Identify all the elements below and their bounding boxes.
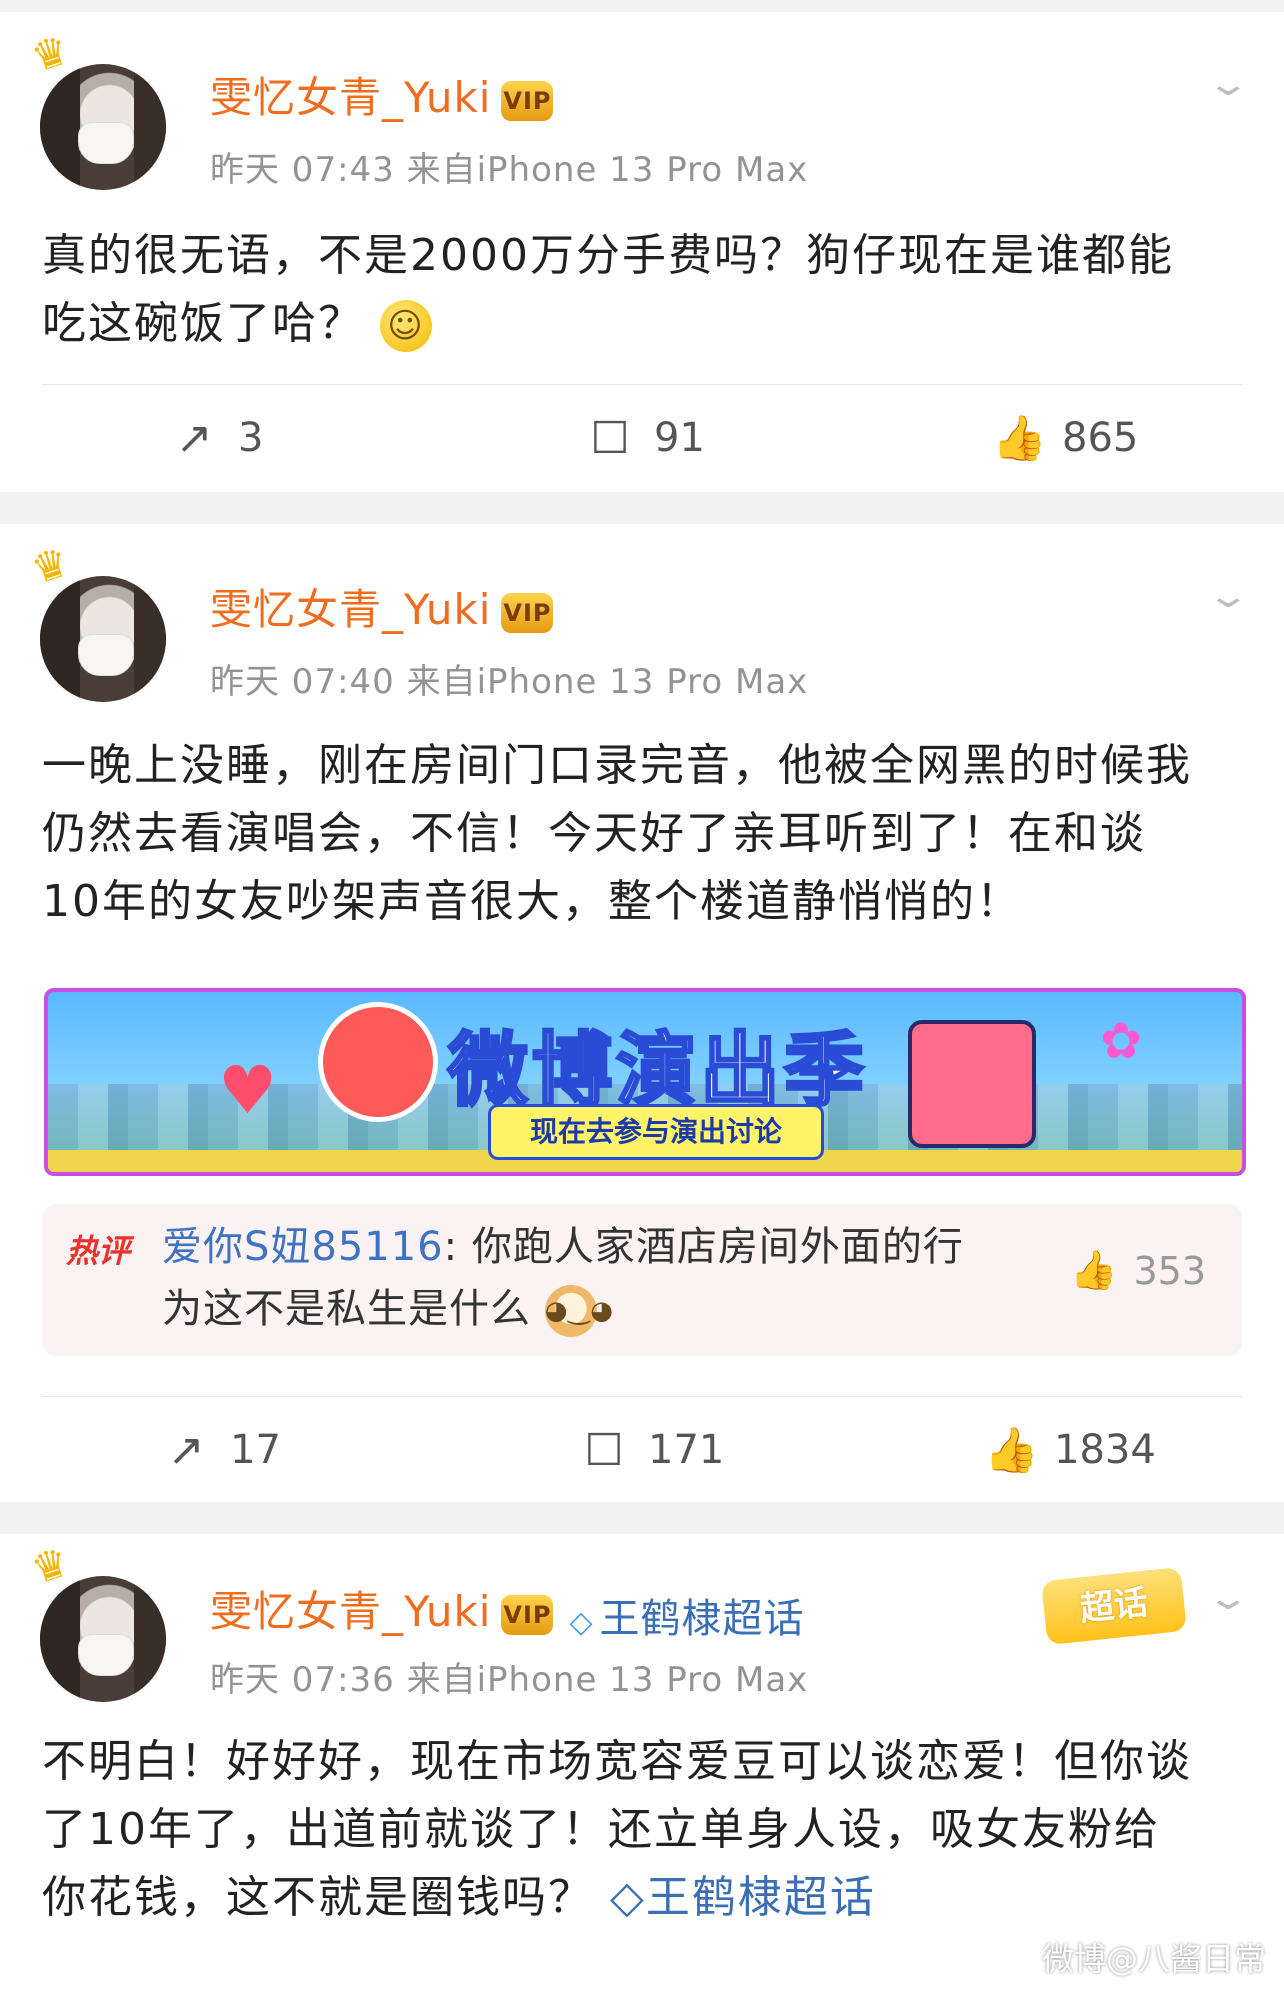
banner-cta-button[interactable]: 现在去参与演出讨论	[488, 1104, 824, 1160]
post-line: 一晚上没睡，刚在房间门口录完音，他被全网黑的时候我	[42, 740, 1192, 791]
event-banner[interactable]: ♥ 微博演出季 现在去参与演出讨论 ✿	[44, 988, 1246, 1176]
post-meta: 昨天 07:43 来自iPhone 13 Pro Max	[210, 150, 809, 190]
supertopic-badge[interactable]: 超话	[1041, 1566, 1187, 1646]
repost-count: 3	[238, 415, 264, 461]
username-text[interactable]: 雯忆女青_Yuki	[210, 73, 491, 122]
heart-icon: ♥	[218, 1052, 278, 1129]
repost-count: 17	[230, 1427, 281, 1473]
post-text: 不明白！好好好，现在市场宽容爱豆可以谈恋爱！但你谈 了10年了，出道前就谈了！还…	[42, 1728, 1242, 1932]
hot-comment[interactable]: 热评 爱你S妞85116: 你跑人家酒店房间外面的行 为这不是私生是什么 ◕‿◕…	[42, 1204, 1242, 1356]
repost-button[interactable]: ↗ 17	[160, 1410, 281, 1490]
like-count: 1834	[1054, 1427, 1156, 1473]
vip-badge-icon: VIP	[501, 592, 554, 633]
action-bar: ↗ 3 ☐ 91 👍 865	[0, 398, 1284, 478]
avatar[interactable]: ♛	[26, 539, 170, 702]
vip-badge-icon: VIP	[501, 1594, 554, 1635]
username-text[interactable]: 雯忆女青_Yuki	[210, 585, 491, 634]
comment-icon: ☐	[590, 412, 630, 464]
avatar-image	[40, 1576, 166, 1702]
post-card: ♛ 雯忆女青_Yuki VIP 昨天 07:43 来自iPhone 13 Pro …	[0, 12, 1284, 492]
hot-comment-like-count: 353	[1133, 1248, 1206, 1293]
post-card: ♛ 雯忆女青_Yuki VIP 昨天 07:40 来自iPhone 13 Pro …	[0, 524, 1284, 1502]
watermark: 微博@八酱日常	[1041, 1940, 1266, 1978]
post-line-text: 你花钱，这不就是圈钱吗？	[42, 1872, 594, 1923]
diamond-icon: ◇	[569, 1604, 594, 1640]
post-line: 不明白！好好好，现在市场宽容爱豆可以谈恋爱！但你谈	[42, 1736, 1192, 1787]
hot-comment-body: 爱你S妞85116: 你跑人家酒店房间外面的行 为这不是私生是什么 ◕‿◕	[162, 1216, 982, 1340]
comment-button[interactable]: ☐ 91	[584, 398, 705, 478]
thumbs-up-icon: 👍	[992, 413, 1047, 464]
like-count: 865	[1062, 415, 1139, 461]
post-meta: 昨天 07:40 来自iPhone 13 Pro Max	[210, 662, 809, 702]
comment-count: 171	[648, 1427, 725, 1473]
diamond-icon: ◇	[610, 1872, 646, 1923]
post-line: 吃这碗饭了哈？ ☺	[42, 290, 1242, 358]
supertopic-link[interactable]: ◇ 王鹤棣超话	[569, 1586, 804, 1644]
hot-comment-like-button[interactable]: 👍 353	[1070, 1248, 1206, 1293]
username[interactable]: 雯忆女青_Yuki VIP	[210, 576, 554, 637]
inline-topic-label: 王鹤棣超话	[645, 1872, 876, 1923]
repost-button[interactable]: ↗ 3	[168, 398, 264, 478]
avatar[interactable]: ♛	[26, 1539, 170, 1702]
chevron-down-icon[interactable]: ⌄	[1205, 576, 1251, 616]
post-line: 仍然去看演唱会，不信！今天好了亲耳听到了！在和谈	[42, 808, 1146, 859]
thumbs-up-icon: 👍	[984, 1425, 1039, 1476]
inline-topic-link[interactable]: ◇王鹤棣超话	[610, 1872, 876, 1923]
robot-mascot-icon	[908, 1020, 1036, 1148]
username-text[interactable]: 雯忆女青_Yuki	[210, 1587, 491, 1636]
like-button[interactable]: 👍 865	[992, 398, 1138, 478]
flower-icon: ✿	[1100, 1012, 1142, 1070]
comment-icon: ☐	[584, 1424, 624, 1476]
weibo-feed: ♛ 雯忆女青_Yuki VIP 昨天 07:43 来自iPhone 13 Pro …	[0, 0, 1284, 2002]
supertopic-label: 王鹤棣超话	[599, 1595, 805, 1642]
post-card: ♛ 雯忆女青_Yuki VIP ◇ 王鹤棣超话 超话 昨天 07:36 来自iPhon…	[0, 1534, 1284, 2002]
divider	[42, 1396, 1242, 1397]
username[interactable]: 雯忆女青_Yuki VIP	[210, 64, 554, 125]
repost-icon: ↗	[175, 412, 213, 464]
post-meta: 昨天 07:36 来自iPhone 13 Pro Max	[210, 1660, 809, 1700]
vip-badge-icon: VIP	[501, 80, 554, 121]
hot-comment-text: 为这不是私生是什么	[162, 1286, 531, 1332]
thumbs-up-icon: 👍	[1070, 1248, 1118, 1292]
hot-comment-user[interactable]: 爱你S妞85116	[162, 1224, 444, 1270]
post-text: 一晚上没睡，刚在房间门口录完音，他被全网黑的时候我 仍然去看演唱会，不信！今天好…	[42, 732, 1242, 936]
avatar[interactable]: ♛	[26, 27, 170, 190]
post-line: 真的很无语，不是2000万分手费吗？狗仔现在是谁都能	[42, 230, 1174, 281]
post-line: 你花钱，这不就是圈钱吗？ ◇王鹤棣超话	[42, 1864, 1242, 1932]
divider	[42, 384, 1242, 385]
comment-button[interactable]: ☐ 171	[578, 1410, 724, 1490]
avatar-image	[40, 576, 166, 702]
mascot-icon	[318, 1002, 438, 1122]
hot-comment-tag: 热评	[66, 1232, 131, 1270]
avatar-image	[40, 64, 166, 190]
comment-count: 91	[654, 415, 705, 461]
post-line-text: 吃这碗饭了哈？	[42, 298, 364, 349]
action-bar: ↗ 17 ☐ 171 👍 1834	[0, 1410, 1284, 1490]
hot-comment-text: : 你跑人家酒店房间外面的行	[443, 1224, 964, 1270]
post-line: 了10年了，出道前就谈了！还立单身人设，吸女友粉给	[42, 1804, 1160, 1855]
post-line: 10年的女友吵架声音很大，整个楼道静悄悄的！	[42, 876, 1022, 927]
smile-emoji-icon: ☺	[380, 300, 432, 352]
doge-emoji-icon: ◕‿◕	[544, 1285, 613, 1337]
repost-icon: ↗	[167, 1424, 205, 1476]
chevron-down-icon[interactable]: ⌄	[1205, 1578, 1251, 1618]
chevron-down-icon[interactable]: ⌄	[1205, 64, 1251, 104]
post-text: 真的很无语，不是2000万分手费吗？狗仔现在是谁都能 吃这碗饭了哈？ ☺	[42, 222, 1242, 358]
username[interactable]: 雯忆女青_Yuki VIP ◇ 王鹤棣超话	[210, 1578, 805, 1644]
like-button[interactable]: 👍 1834	[984, 1410, 1156, 1490]
